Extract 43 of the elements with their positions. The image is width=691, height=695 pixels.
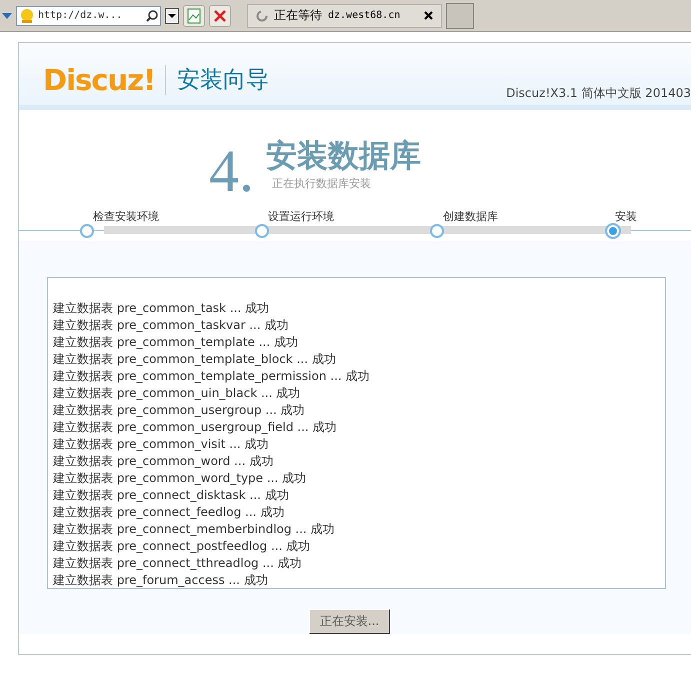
installer-title: 安装向导 xyxy=(165,65,270,95)
log-line: 建立数据表 pre_connect_disktask ... 成功 xyxy=(53,487,290,504)
step-subtitle: 正在执行数据库安装 xyxy=(272,176,372,191)
log-line: 建立数据表 pre_connect_postfeedlog ... 成功 xyxy=(53,538,312,555)
log-line: 建立数据表 pre_common_usergroup ... 成功 xyxy=(53,402,306,419)
browser-tab[interactable]: 正在等待 dz.west68.cn xyxy=(247,4,442,28)
step-label: 安装 xyxy=(615,210,637,223)
address-field[interactable]: http://dz.w... xyxy=(16,6,161,26)
caret-icon xyxy=(168,14,176,18)
log-line: 建立数据表 pre_common_taskvar ... 成功 xyxy=(53,317,290,334)
step-number: 4. xyxy=(209,141,254,206)
new-tab-button[interactable] xyxy=(446,2,474,28)
search-icon[interactable] xyxy=(146,10,158,22)
log-line: 建立数据表 pre_common_template_block ... 成功 xyxy=(53,351,337,368)
address-text: http://dz.w... xyxy=(38,10,124,21)
chart-icon xyxy=(187,8,201,24)
compatibility-button[interactable] xyxy=(183,4,205,26)
step-label: 设置运行环境 xyxy=(268,210,334,223)
step-label: 创建数据库 xyxy=(443,210,498,223)
log-line: 建立数据表 pre_common_task ... 成功 xyxy=(53,300,270,317)
version-text: Discuz!X3.1 简体中文版 201403 xyxy=(506,85,691,102)
log-line: 建立数据表 pre_common_visit ... 成功 xyxy=(53,436,270,453)
log-line: 建立数据表 pre_common_template ... 成功 xyxy=(53,334,299,351)
log-line: 建立数据表 pre_connect_memberbindlog ... 成功 xyxy=(53,521,336,538)
step-title: 安装数据库 xyxy=(266,137,421,176)
log-line: 建立数据表 pre_common_uin_black ... 成功 xyxy=(53,385,302,402)
address-dropdown-button[interactable] xyxy=(165,8,179,24)
log-line: 建立数据表 pre_connect_tthreadlog ... 成功 xyxy=(53,555,303,572)
log-line: 建立数据表 pre_forum_access ... 成功 xyxy=(53,572,269,588)
log-line: 建立数据表 pre_common_word_type ... 成功 xyxy=(53,470,308,487)
log-line: 建立数据表 pre_common_usergroup_field ... 成功 xyxy=(53,419,338,436)
log-line: 建立数据表 pre_common_word ... 成功 xyxy=(53,453,274,470)
dropdown-arrow-icon[interactable] xyxy=(2,12,12,18)
log-line: 建立数据表 pre_common_template_permission ... 成功 xyxy=(53,368,371,385)
log-line: 建立数据表 pre_connect_feedlog ... 成功 xyxy=(53,504,286,521)
stop-button[interactable] xyxy=(209,4,231,26)
close-icon xyxy=(214,10,226,22)
discuz-logo: Discuz! xyxy=(43,63,156,97)
tab-url: dz.west68.cn xyxy=(328,10,402,21)
step-label: 检查安装环境 xyxy=(93,210,159,223)
tab-title: 正在等待 xyxy=(274,7,322,24)
bell-icon xyxy=(19,8,35,24)
close-icon[interactable] xyxy=(424,11,433,20)
